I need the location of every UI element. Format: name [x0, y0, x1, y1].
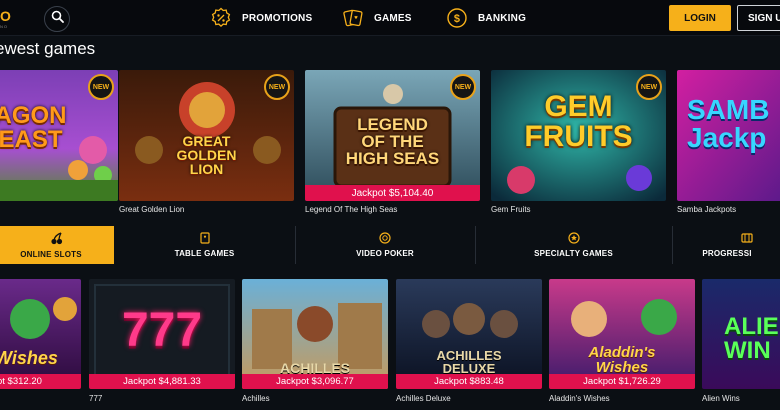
tab-online-slots[interactable]: ONLINE SLOTS	[0, 226, 114, 264]
tab-specialty-games[interactable]: SPECIALTY GAMES	[475, 226, 672, 264]
site-logo[interactable]: O NO	[0, 6, 16, 30]
jackpot-banner: Jackpot $883.48	[396, 374, 542, 389]
top-header: O NO PROMOTIONS GAMES $ BANKING LOGIN SI…	[0, 0, 780, 36]
game-art-title: ALIE WIN	[724, 313, 779, 364]
game-art-title: Aladdin's Wishes	[588, 344, 656, 376]
game-card-legend-of-the-high-seas[interactable]: LEGEND OF THE HIGH SEAS NEW Jackpot $5,104…	[305, 70, 480, 201]
tab-label: TABLE GAMES	[174, 249, 235, 258]
new-badge: NEW	[88, 74, 114, 100]
game-card-dragon-feast[interactable]: AGON EAST NEW	[0, 70, 118, 201]
game-art-title: LEGEND OF THE HIGH SEAS	[345, 115, 440, 168]
tab-table-games[interactable]: TABLE GAMES	[114, 226, 295, 264]
nav-games[interactable]: GAMES	[342, 7, 412, 29]
game-art-title: GREAT GOLDEN LION	[176, 133, 237, 177]
game-title[interactable]: Gem Fruits	[491, 205, 531, 214]
slot-card-aladdins-wishes[interactable]: Aladdin's Wishes Jackpot $1,726.29	[549, 279, 695, 389]
game-title[interactable]: Achilles Deluxe	[396, 394, 451, 403]
jackpot-banner: Jackpot $4,881.33	[89, 374, 235, 389]
game-art-title: ACHILLES	[280, 360, 350, 376]
game-title[interactable]: 777	[89, 394, 102, 403]
jackpot-banner: ot $312.20	[0, 374, 81, 389]
game-title[interactable]: Aladdin's Wishes	[549, 394, 610, 403]
signup-button[interactable]: SIGN U	[737, 5, 780, 31]
game-thumbnail	[0, 279, 81, 389]
nav-banking[interactable]: $ BANKING	[446, 7, 526, 29]
percent-badge-icon	[210, 7, 232, 29]
nav-promotions[interactable]: PROMOTIONS	[210, 7, 312, 29]
nav-promotions-label: PROMOTIONS	[242, 12, 313, 24]
search-icon	[51, 10, 64, 28]
casino-page: O NO PROMOTIONS GAMES $ BANKING LOGIN SI…	[0, 0, 780, 410]
slot-card-achilles-deluxe[interactable]: ACHILLES DELUXE Jackpot $883.48	[396, 279, 542, 389]
slot-card-achilles[interactable]: ACHILLES Jackpot $3,096.77	[242, 279, 388, 389]
star-icon	[567, 232, 580, 246]
game-title[interactable]: Achilles	[242, 394, 270, 403]
slot-card[interactable]: Wishes ot $312.20	[0, 279, 81, 389]
logo-subtext: NO	[0, 24, 8, 29]
tab-video-poker[interactable]: VIDEO POKER	[295, 226, 475, 264]
nav-banking-label: BANKING	[478, 12, 527, 24]
progressive-icon	[741, 232, 753, 246]
game-title[interactable]: Great Golden Lion	[119, 205, 184, 214]
slot-card-alien-wins[interactable]: ALIE WIN	[702, 279, 780, 389]
cards-icon	[199, 232, 211, 246]
game-title[interactable]: Alien Wins	[702, 394, 740, 403]
tab-label: ONLINE SLOTS	[20, 249, 82, 259]
category-tabs: ONLINE SLOTS TABLE GAMES VIDEO POKER SPE…	[0, 226, 780, 264]
game-art-title: SAMB Jackp	[687, 94, 770, 153]
logo-mark: O	[0, 8, 11, 24]
new-badge: NEW	[636, 74, 662, 100]
game-card-samba-jackpots[interactable]: SAMB Jackp	[677, 70, 780, 201]
new-badge: NEW	[450, 74, 476, 100]
poker-chip-icon	[379, 232, 391, 246]
game-art-title: ACHILLES DELUXE	[436, 348, 502, 376]
jackpot-banner: Jackpot $5,104.40	[305, 185, 480, 201]
game-title[interactable]: Samba Jackpots	[677, 205, 736, 214]
jackpot-banner: Jackpot $3,096.77	[242, 374, 388, 389]
game-art-title: AGON EAST	[0, 102, 67, 153]
game-title[interactable]: Legend Of The High Seas	[305, 205, 397, 214]
tab-progressive[interactable]: PROGRESSI	[672, 226, 780, 264]
game-art-title: GEM FRUITS	[524, 90, 633, 153]
new-badge: NEW	[264, 74, 290, 100]
dollar-coin-icon: $	[446, 7, 468, 29]
tab-label: VIDEO POKER	[356, 249, 414, 258]
game-card-great-golden-lion[interactable]: GREAT GOLDEN LION NEW	[119, 70, 294, 201]
section-title: ewest games	[0, 39, 96, 58]
game-card-gem-fruits[interactable]: GEM FRUITS NEW	[491, 70, 666, 201]
svg-text:$: $	[454, 13, 460, 25]
nav-games-label: GAMES	[374, 12, 412, 24]
tab-label: SPECIALTY GAMES	[534, 249, 613, 258]
slot-card-777[interactable]: 777 Jackpot $4,881.33	[89, 279, 235, 389]
login-button[interactable]: LOGIN	[669, 5, 731, 31]
jackpot-banner: Jackpot $1,726.29	[549, 374, 695, 389]
search-button[interactable]	[44, 6, 70, 32]
tab-label: PROGRESSI	[702, 249, 752, 258]
game-art-title: 777	[121, 304, 203, 357]
game-art-title: Wishes	[0, 348, 58, 368]
cherries-icon	[50, 231, 64, 247]
cards-icon	[342, 7, 364, 29]
